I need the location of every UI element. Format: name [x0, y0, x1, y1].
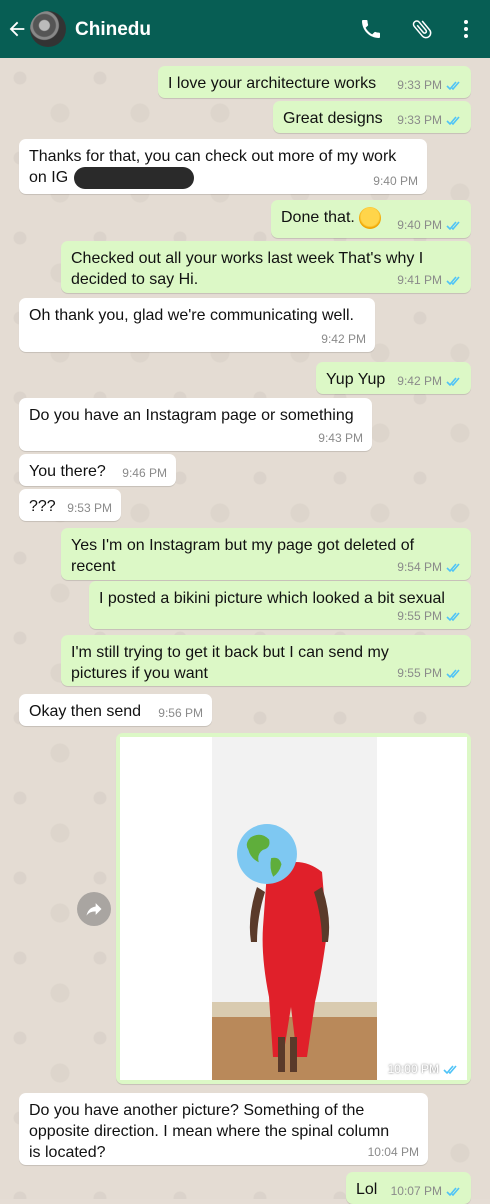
message-time: 9:55 PM: [397, 666, 442, 680]
message-text: Done that.: [281, 209, 355, 226]
message-text: Oh thank you, glad we're communicating w…: [29, 307, 354, 324]
double-check-icon: [446, 80, 460, 90]
message-time: 9:56 PM: [158, 706, 203, 720]
message-meta: 9:46 PM: [122, 466, 167, 480]
message-meta: 9:54 PM: [397, 560, 462, 574]
message-text: I'm still trying to get it back but I ca…: [71, 644, 389, 682]
outgoing-message-bubble[interactable]: I'm still trying to get it back but I ca…: [61, 635, 471, 686]
message-time: 9:33 PM: [397, 113, 442, 127]
phone-icon[interactable]: [359, 17, 383, 41]
message-time: 9:46 PM: [122, 466, 167, 480]
message-text: Great designs: [283, 110, 383, 127]
message-text: Do you have an Instagram page or somethi…: [29, 407, 354, 424]
smiling-face-icon: [359, 207, 381, 229]
message-time: 9:42 PM: [397, 374, 442, 388]
double-check-icon: [446, 220, 460, 230]
message-meta: 9:41 PM: [397, 273, 462, 287]
message-meta: 9:55 PM: [397, 609, 462, 623]
incoming-message-bubble[interactable]: Okay then send 9:56 PM: [19, 694, 212, 726]
message-time: 9:55 PM: [397, 609, 442, 623]
message-time: 10:07 PM: [390, 1184, 442, 1198]
message-time: 10:00 PM: [388, 1062, 459, 1076]
double-check-icon: [446, 275, 460, 285]
photo-scene: [212, 737, 377, 1080]
message-meta: 9:40 PM: [397, 218, 462, 232]
incoming-message-bubble[interactable]: ??? 9:53 PM: [19, 489, 121, 521]
message-time: 9:41 PM: [397, 273, 442, 287]
message-meta: 9:42 PM: [321, 332, 366, 346]
globe-icon: [237, 824, 297, 884]
message-meta: 9:33 PM: [397, 113, 462, 127]
incoming-message-bubble[interactable]: Oh thank you, glad we're communicating w…: [19, 298, 375, 352]
message-time: 10:04 PM: [367, 1145, 419, 1159]
message-text: I posted a bikini picture which looked a…: [99, 590, 445, 607]
message-meta: 10:07 PM: [391, 1184, 462, 1198]
message-time: 9:43 PM: [318, 431, 363, 445]
redacted-handle: [74, 167, 194, 189]
message-text: Checked out all your works last week Tha…: [71, 250, 424, 288]
message-text: Do you have another picture? Something o…: [29, 1102, 390, 1161]
message-text: Yup Yup: [326, 371, 386, 388]
shared-photo[interactable]: [120, 737, 467, 1080]
chat-header: Chinedu: [0, 0, 490, 58]
message-time: 9:40 PM: [397, 218, 442, 232]
double-check-icon: [446, 376, 460, 386]
message-time-text: 10:00 PM: [387, 1062, 439, 1076]
message-meta: 9:40 PM: [373, 174, 418, 188]
incoming-message-bubble[interactable]: Do you have another picture? Something o…: [19, 1093, 428, 1165]
incoming-message-bubble[interactable]: Do you have an Instagram page or somethi…: [19, 398, 372, 451]
person-figure: [249, 862, 330, 1072]
message-meta: 9:56 PM: [158, 706, 203, 720]
double-check-icon: [446, 115, 460, 125]
incoming-message-bubble[interactable]: Thanks for that, you can check out more …: [19, 139, 427, 194]
paperclip-icon[interactable]: [410, 17, 434, 41]
message-text: Yes I'm on Instagram but my page got del…: [71, 537, 415, 575]
outgoing-message-bubble[interactable]: I love your architecture works 9:33 PM: [158, 66, 471, 98]
contact-name[interactable]: Chinedu: [75, 19, 151, 41]
outgoing-message-bubble[interactable]: I posted a bikini picture which looked a…: [89, 581, 471, 629]
message-meta: 9:53 PM: [67, 501, 112, 515]
double-check-icon: [443, 1064, 457, 1074]
message-meta: 9:43 PM: [318, 431, 363, 445]
double-check-icon: [446, 562, 460, 572]
message-text: Lol: [356, 1181, 378, 1198]
message-meta: 9:33 PM: [397, 78, 462, 92]
message-text: Okay then send: [29, 703, 142, 720]
message-meta: 9:55 PM: [397, 666, 462, 680]
message-text: You there?: [29, 463, 106, 480]
more-vertical-icon[interactable]: [454, 17, 478, 41]
outgoing-message-bubble[interactable]: Yup Yup 9:42 PM: [316, 362, 471, 394]
message-time: 9:40 PM: [373, 174, 418, 188]
outgoing-message-bubble[interactable]: Lol 10:07 PM: [346, 1172, 471, 1204]
outgoing-message-bubble[interactable]: 10:00 PM: [116, 733, 471, 1084]
message-meta: 9:42 PM: [397, 374, 462, 388]
message-text: ???: [29, 498, 56, 515]
outgoing-message-bubble[interactable]: Yes I'm on Instagram but my page got del…: [61, 528, 471, 580]
outgoing-message-bubble[interactable]: Done that. 9:40 PM: [271, 200, 471, 238]
outgoing-message-bubble[interactable]: Checked out all your works last week Tha…: [61, 241, 471, 293]
message-time: 9:42 PM: [321, 332, 366, 346]
outgoing-message-bubble[interactable]: Great designs 9:33 PM: [273, 101, 471, 133]
message-text: I love your architecture works: [168, 75, 377, 92]
avatar[interactable]: [30, 11, 66, 47]
double-check-icon: [446, 668, 460, 678]
double-check-icon: [446, 1186, 460, 1196]
message-meta: 10:04 PM: [368, 1145, 419, 1159]
message-time: 9:33 PM: [397, 78, 442, 92]
double-check-icon: [446, 611, 460, 621]
arrow-left-icon[interactable]: [6, 18, 28, 40]
message-time: 9:54 PM: [397, 560, 442, 574]
forward-button[interactable]: [77, 892, 111, 926]
forward-icon: [86, 903, 102, 916]
incoming-message-bubble[interactable]: You there? 9:46 PM: [19, 454, 176, 486]
message-time: 9:53 PM: [67, 501, 112, 515]
